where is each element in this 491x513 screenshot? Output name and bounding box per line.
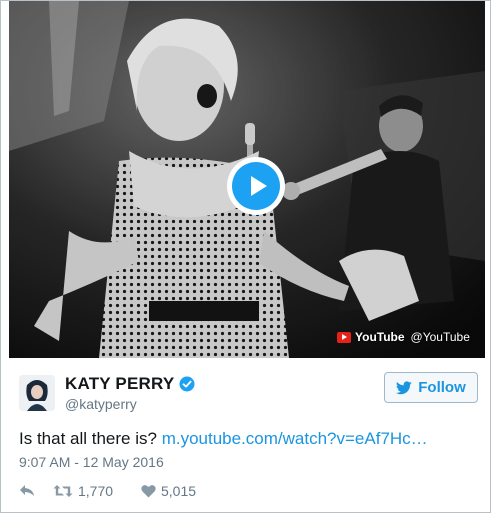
retweet-button[interactable]: 1,770 — [53, 483, 141, 499]
author-display-name[interactable]: KATY PERRY — [65, 374, 174, 394]
heart-icon — [141, 485, 156, 498]
author-name-row: KATY PERRY — [65, 374, 195, 394]
follow-button[interactable]: Follow — [384, 372, 478, 403]
follow-button-label: Follow — [418, 379, 466, 396]
tweet-text-body: Is that all there is? — [19, 429, 162, 448]
tweet-actions: 1,770 5,015 — [19, 481, 196, 501]
verified-badge-icon — [179, 376, 195, 392]
tweet-link[interactable]: m.youtube.com/watch?v=eAf7Hc… — [162, 429, 428, 448]
youtube-brand-label: YouTube — [355, 330, 405, 344]
like-button[interactable]: 5,015 — [141, 483, 196, 499]
play-button[interactable] — [227, 157, 285, 215]
retweet-count: 1,770 — [78, 483, 114, 499]
play-icon — [251, 176, 267, 196]
reply-icon — [20, 485, 34, 496]
tweet-text: Is that all there is? m.youtube.com/watc… — [19, 429, 428, 449]
embedded-tweet-card: YouTube @YouTube KATY PERRY @katyperry F… — [0, 0, 491, 513]
reply-button[interactable] — [19, 484, 53, 498]
author-handle[interactable]: @katyperry — [65, 396, 195, 412]
tweet-author: KATY PERRY @katyperry — [19, 371, 195, 415]
retweet-icon — [53, 485, 73, 497]
tweet-timestamp[interactable]: 9:07 AM - 12 May 2016 — [19, 454, 164, 470]
youtube-watermark: YouTube @YouTube — [337, 328, 470, 346]
author-names: KATY PERRY @katyperry — [65, 374, 195, 412]
youtube-handle-label: @YouTube — [410, 330, 470, 344]
like-count: 5,015 — [161, 483, 197, 499]
avatar-image — [19, 375, 55, 411]
youtube-logo-icon — [337, 331, 351, 343]
video-thumbnail[interactable]: YouTube @YouTube — [9, 1, 485, 358]
twitter-bird-icon — [396, 380, 412, 394]
avatar[interactable] — [19, 375, 55, 411]
